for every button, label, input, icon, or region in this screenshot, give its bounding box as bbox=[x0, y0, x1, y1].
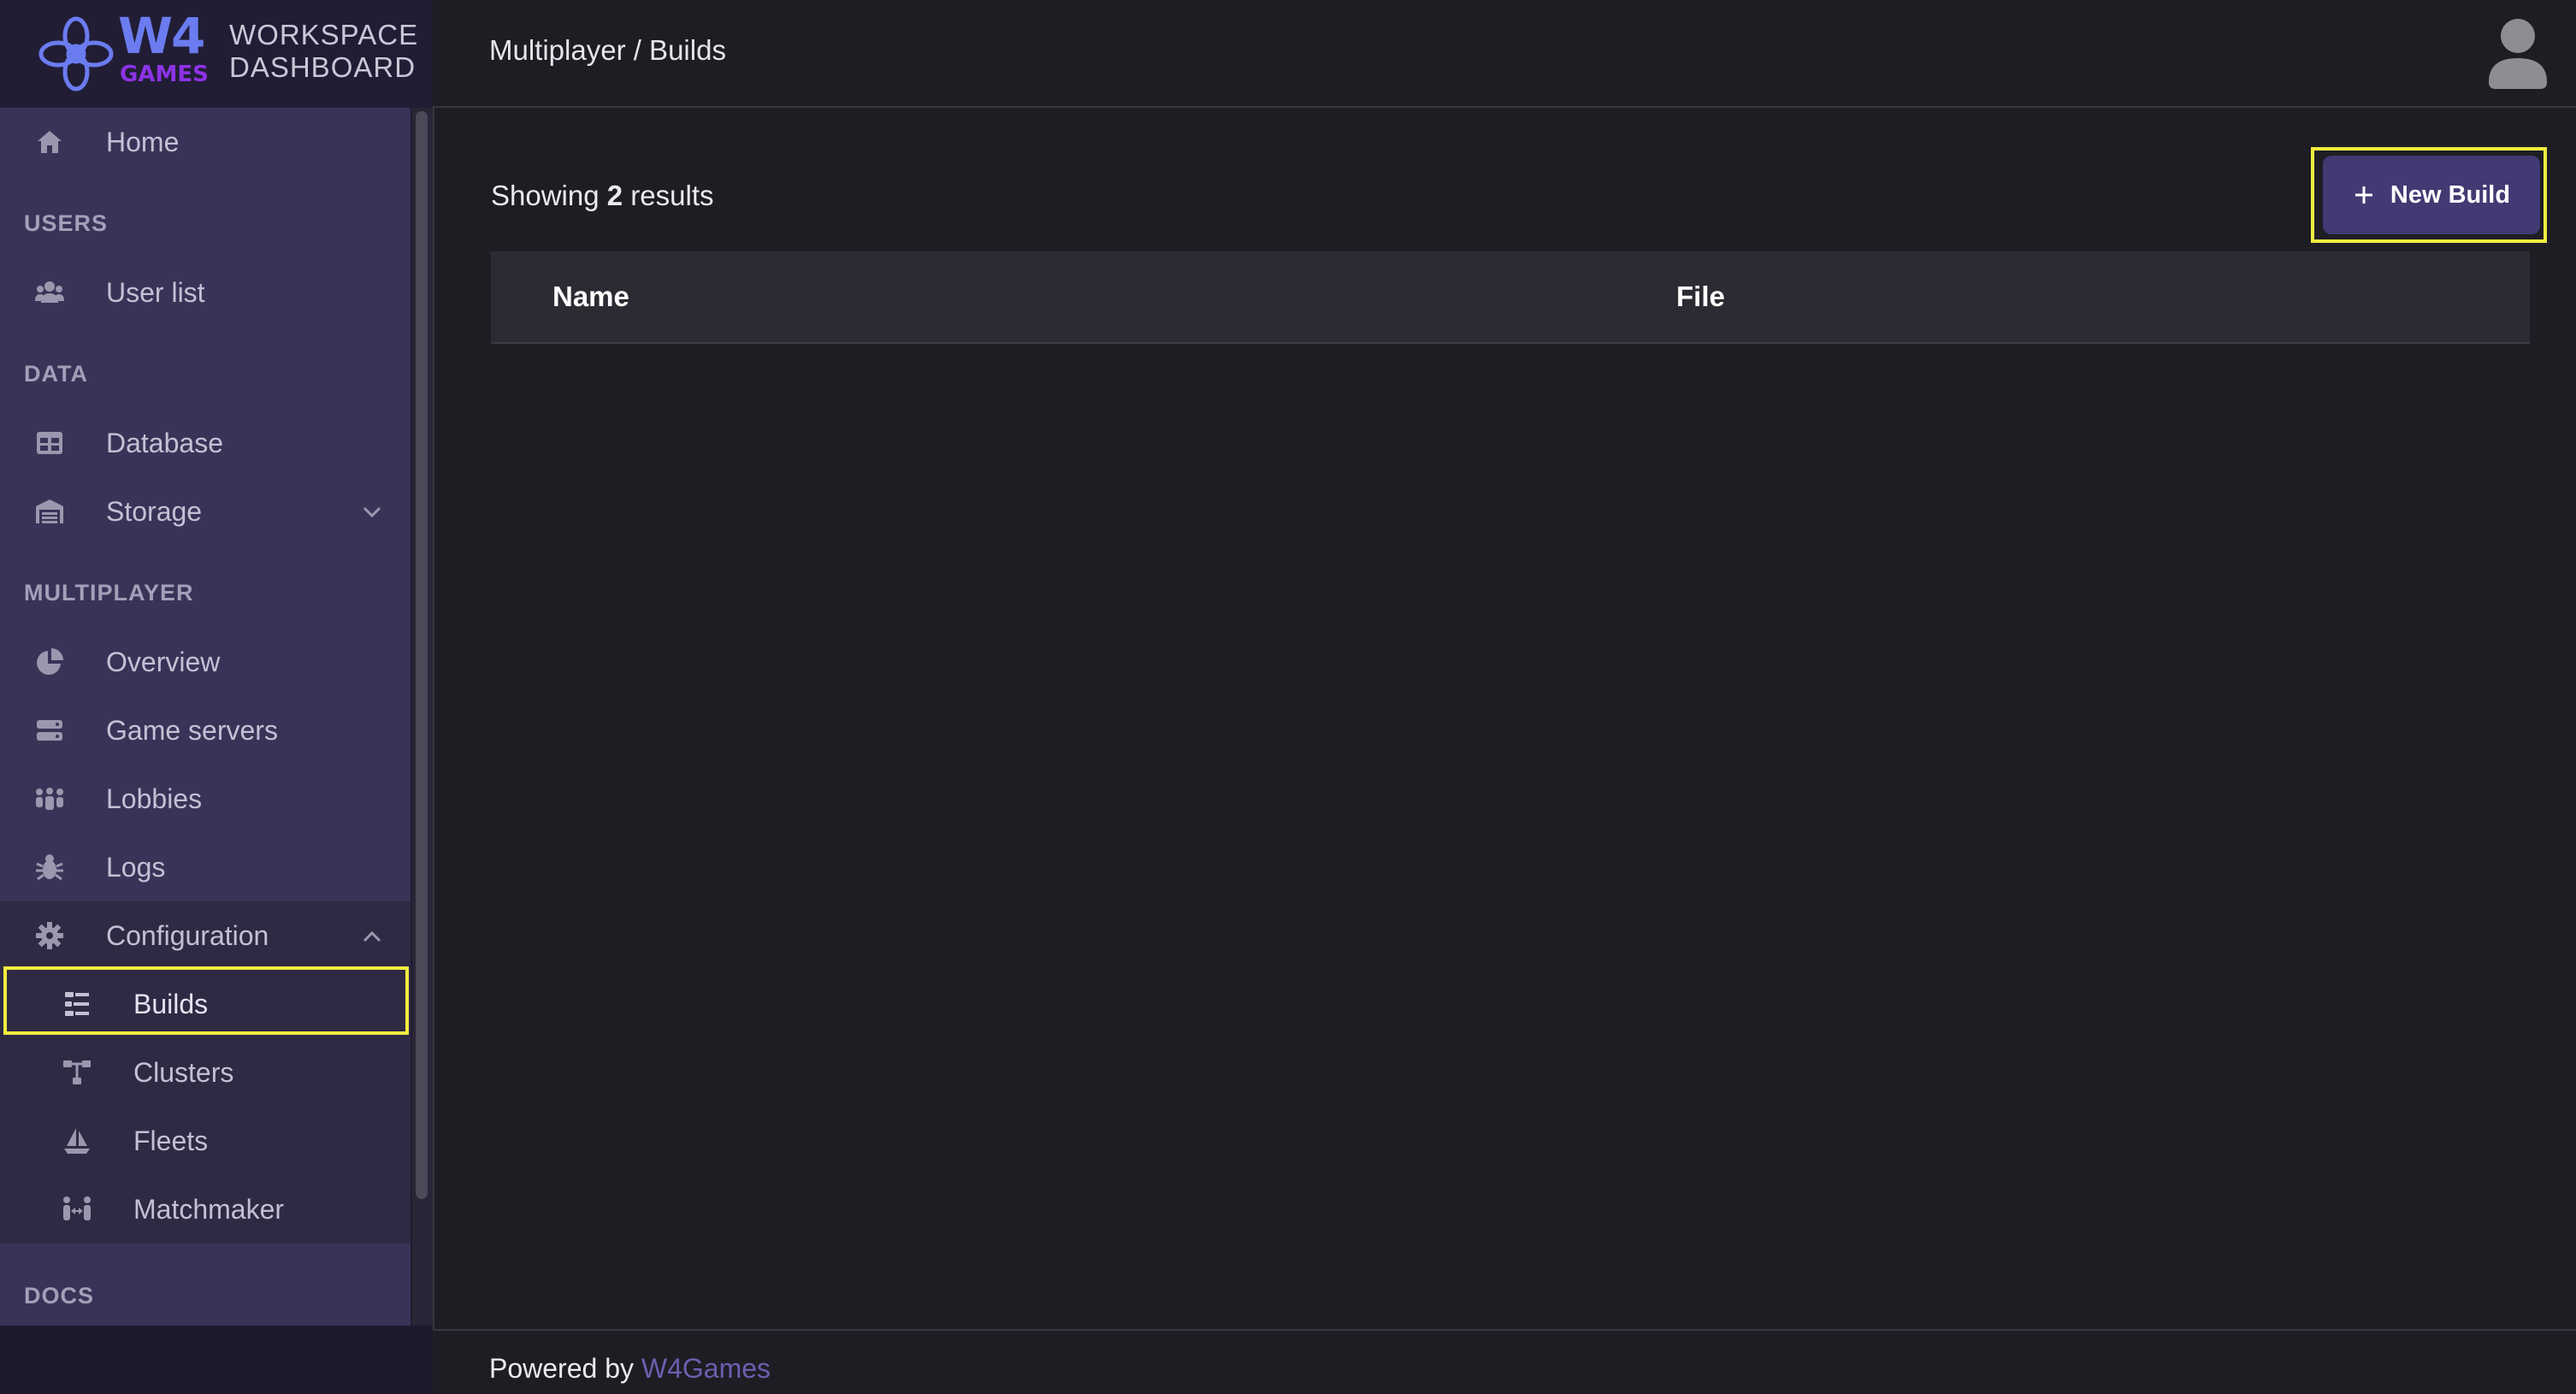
builds-table-header: Name File bbox=[491, 251, 2530, 344]
pie-chart-icon bbox=[37, 648, 63, 675]
results-number: 2 bbox=[606, 180, 623, 211]
flower-logo-icon bbox=[38, 16, 114, 92]
warehouse-icon bbox=[36, 499, 63, 523]
logo-brand: W4 bbox=[118, 7, 205, 65]
builds-highlight-box bbox=[3, 966, 409, 1035]
breadcrumb: Multiplayer / Builds bbox=[489, 34, 726, 66]
section-multiplayer: MULTIPLAYER bbox=[24, 580, 194, 605]
sidebar-item-label: Home bbox=[106, 127, 180, 157]
results-suffix: results bbox=[630, 180, 714, 211]
sidebar-item-lobbies[interactable]: Lobbies bbox=[0, 765, 411, 833]
logo-brand-sub: GAMES bbox=[120, 62, 209, 87]
sidebar-item-database[interactable]: Database bbox=[0, 409, 411, 477]
sidebar-item-label: Database bbox=[106, 428, 223, 458]
sidebar-item-label: Fleets bbox=[133, 1125, 209, 1156]
sidebar-item-game-servers[interactable]: Game servers bbox=[0, 696, 411, 765]
sidebar-item-storage[interactable]: Storage bbox=[0, 477, 411, 546]
sailboat-icon bbox=[64, 1128, 90, 1154]
sidebar-scrollbar-thumb[interactable] bbox=[416, 111, 428, 1199]
people-group-icon bbox=[36, 788, 63, 810]
sidebar-item-configuration[interactable]: Configuration bbox=[0, 901, 411, 970]
table-icon bbox=[37, 432, 62, 454]
new-build-button[interactable]: New Build bbox=[2323, 156, 2540, 234]
server-icon bbox=[37, 720, 62, 741]
chevron-down-icon[interactable] bbox=[361, 501, 383, 523]
section-docs: DOCS bbox=[24, 1283, 95, 1308]
sidebar-item-home[interactable]: Home bbox=[0, 108, 411, 176]
sidebar-nav: Home USERS User list DATA Database Stora… bbox=[0, 108, 411, 1326]
sidebar-item-label: Overview bbox=[106, 647, 221, 677]
logo-workspace-text: WORKSPACE bbox=[229, 19, 419, 50]
results-count: Showing 2 results bbox=[491, 180, 714, 212]
people-arrows-icon bbox=[63, 1196, 91, 1220]
sitemap-icon bbox=[63, 1060, 91, 1084]
section-users: USERS bbox=[24, 210, 109, 236]
sidebar-item-clusters[interactable]: Clusters bbox=[0, 1038, 411, 1107]
users-icon bbox=[35, 281, 64, 303]
sidebar-item-label: Storage bbox=[106, 496, 203, 527]
sidebar-item-label: Configuration bbox=[106, 920, 269, 951]
w4games-link[interactable]: W4Games bbox=[641, 1353, 771, 1384]
avatar-icon[interactable] bbox=[2484, 15, 2552, 89]
sidebar-item-user-list[interactable]: User list bbox=[0, 258, 411, 327]
bug-icon bbox=[36, 854, 63, 881]
results-prefix: Showing bbox=[491, 180, 600, 211]
sidebar-bottom bbox=[0, 1326, 433, 1394]
section-data: DATA bbox=[24, 361, 88, 387]
gear-icon bbox=[36, 922, 63, 949]
home-icon bbox=[38, 131, 62, 153]
sidebar-item-label: User list bbox=[106, 277, 205, 308]
plus-icon bbox=[2354, 186, 2372, 204]
sidebar-item-label: Lobbies bbox=[106, 783, 203, 814]
sidebar-item-label: Matchmaker bbox=[133, 1194, 285, 1225]
powered-by-text: Powered by W4Games bbox=[489, 1353, 771, 1385]
sidebar-item-logs[interactable]: Logs bbox=[0, 833, 411, 901]
sidebar: W4 GAMES WORKSPACE DASHBOARD Home USERS … bbox=[0, 0, 433, 1394]
sidebar-item-matchmaker[interactable]: Matchmaker bbox=[0, 1175, 411, 1243]
column-header-file[interactable]: File bbox=[1676, 281, 1725, 313]
powered-by-prefix: Powered by bbox=[489, 1353, 634, 1384]
sidebar-item-label: Logs bbox=[106, 852, 166, 883]
new-build-label: New Build bbox=[2390, 180, 2511, 209]
logo-dashboard-text: DASHBOARD bbox=[229, 51, 417, 83]
chevron-up-icon[interactable] bbox=[361, 925, 383, 948]
sidebar-item-label: Game servers bbox=[106, 715, 278, 746]
main-content: Showing 2 results New Build Name File bbox=[433, 108, 2576, 1329]
sidebar-item-fleets[interactable]: Fleets bbox=[0, 1107, 411, 1175]
footer: Powered by W4Games bbox=[433, 1329, 2576, 1394]
logo[interactable]: W4 GAMES WORKSPACE DASHBOARD bbox=[0, 0, 433, 108]
sidebar-item-label: Clusters bbox=[133, 1057, 234, 1088]
column-header-name[interactable]: Name bbox=[552, 281, 629, 313]
sidebar-item-overview[interactable]: Overview bbox=[0, 628, 411, 696]
top-bar: Multiplayer / Builds bbox=[433, 0, 2576, 108]
